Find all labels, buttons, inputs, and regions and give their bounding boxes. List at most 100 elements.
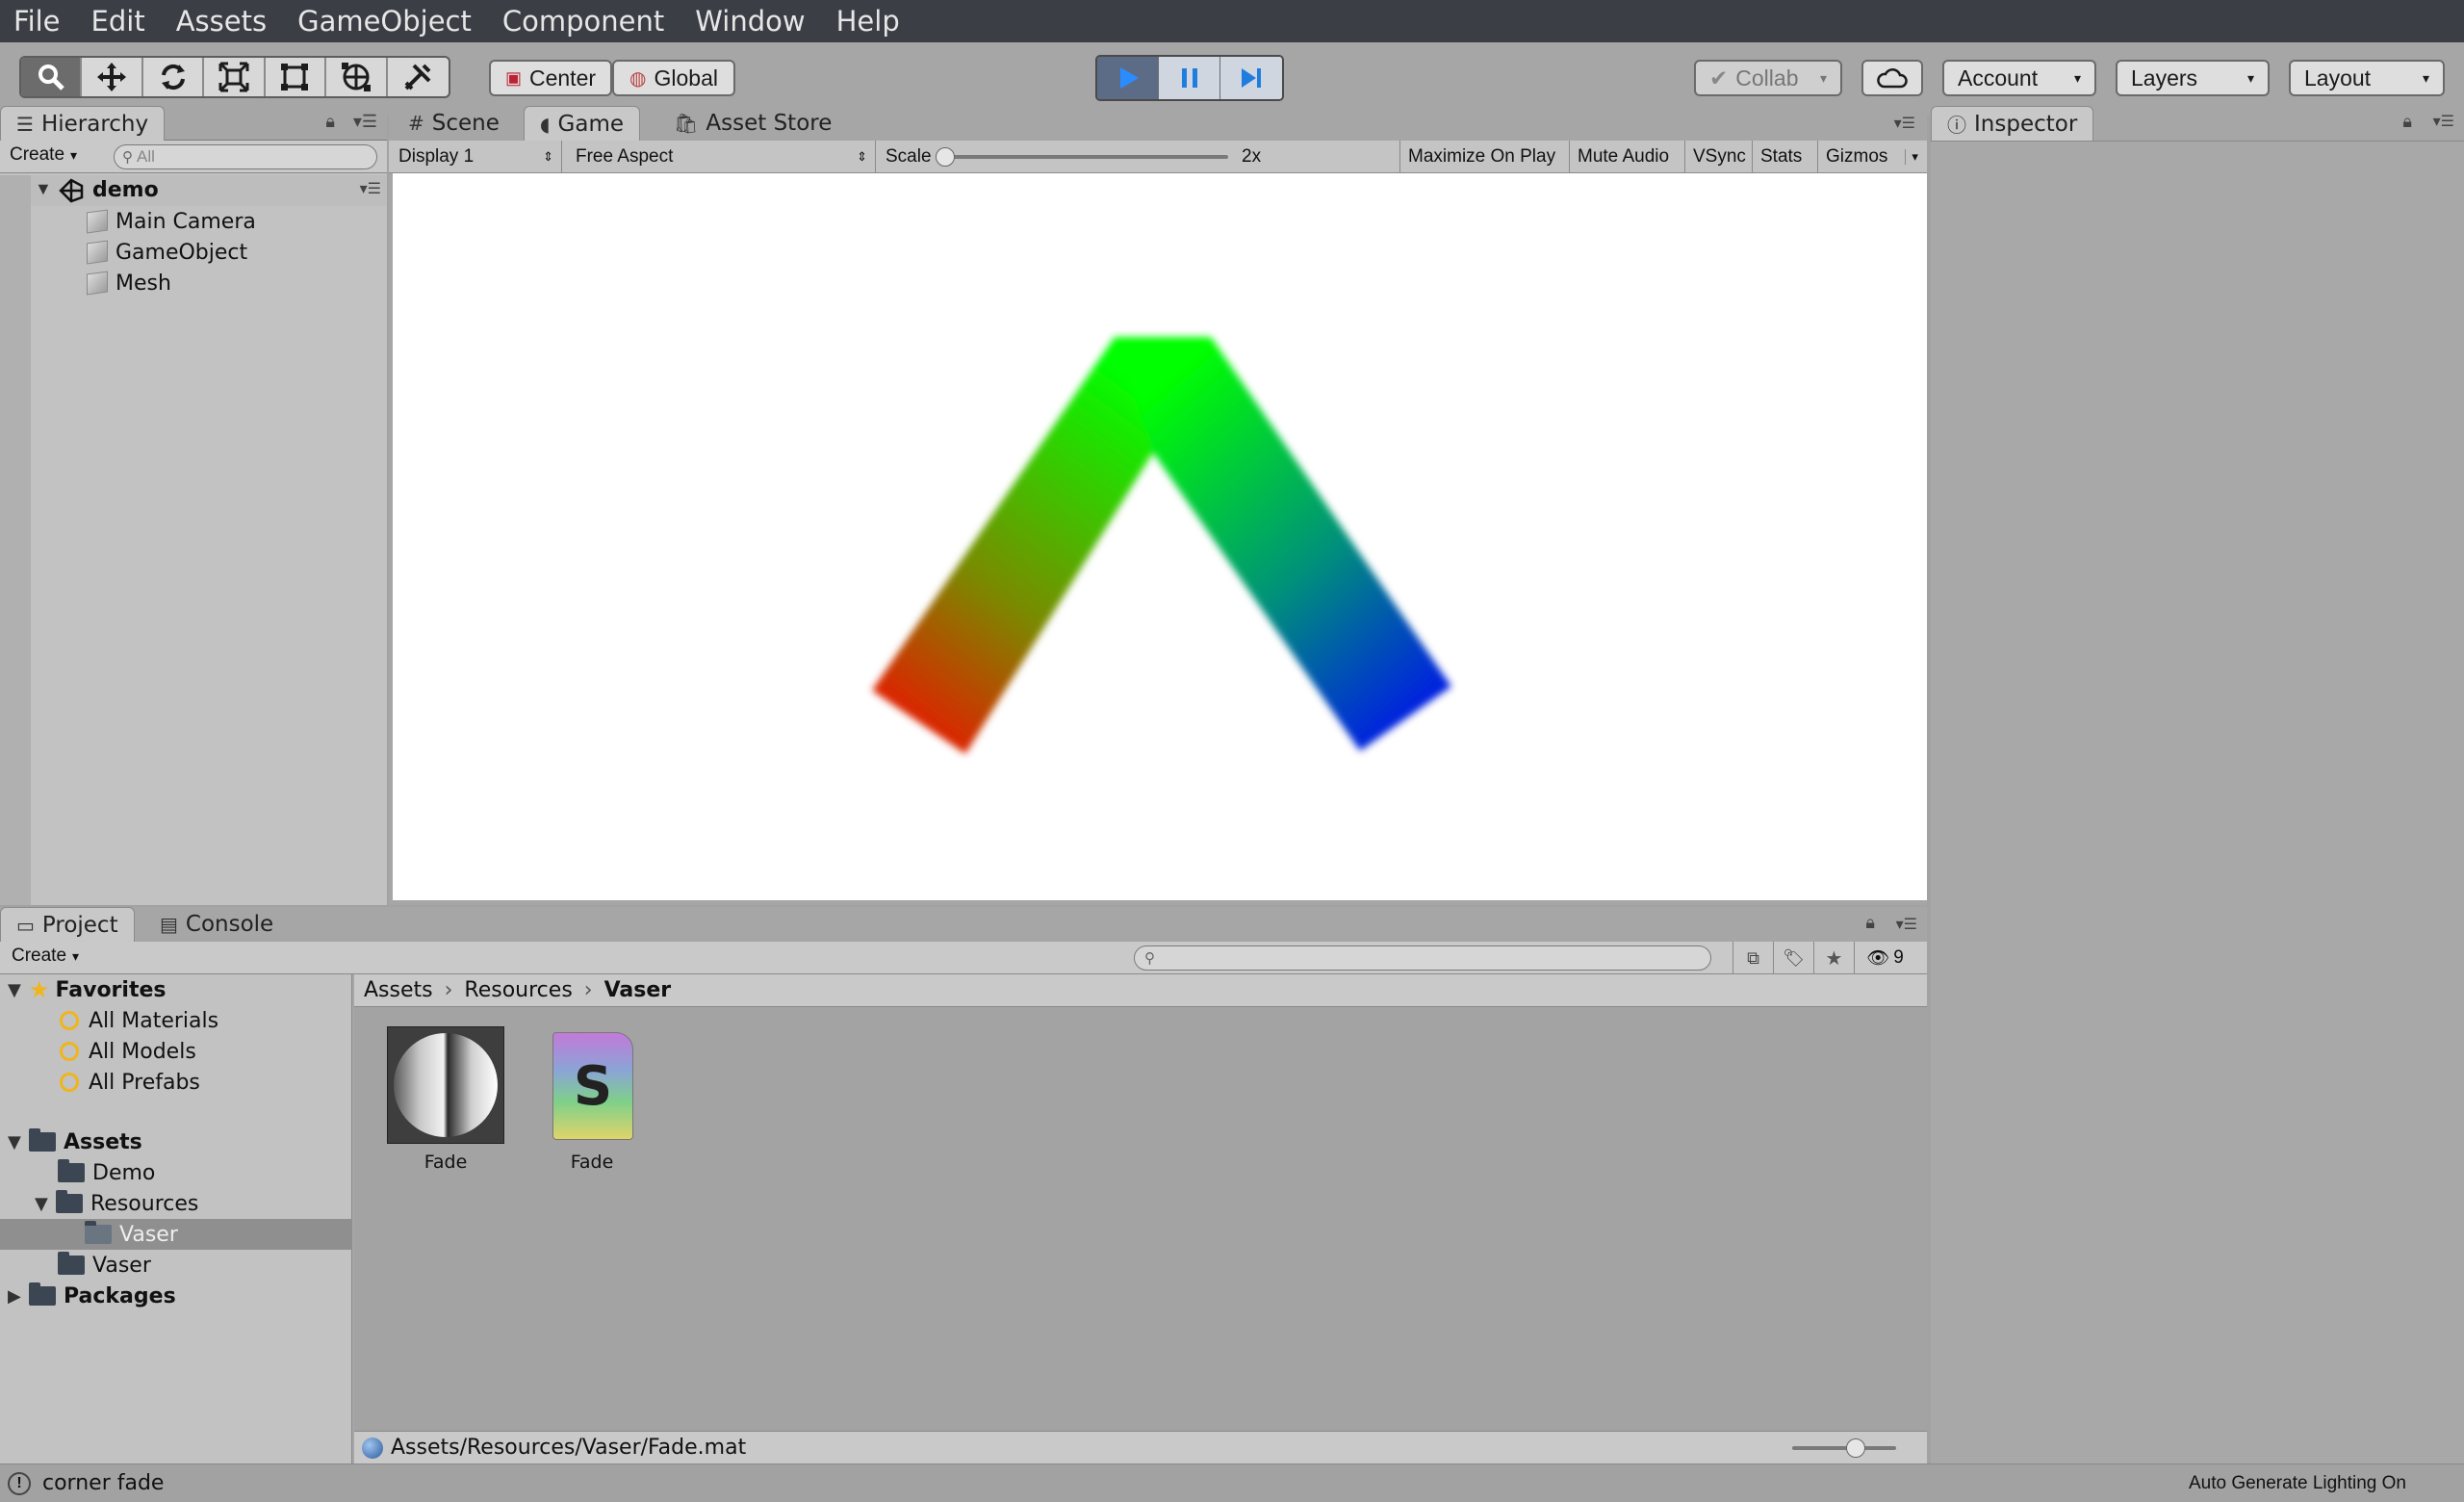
expand-arrow-icon[interactable]: ▼	[35, 179, 52, 199]
game-viewport[interactable]	[393, 173, 1927, 900]
pivot-global-button[interactable]: ◍ Global	[612, 60, 735, 96]
project-search-input[interactable]: ⚲	[1134, 945, 1711, 971]
play-button[interactable]	[1097, 57, 1159, 99]
scale-tool-icon[interactable]	[204, 58, 266, 96]
tree-all-materials[interactable]: All Materials	[60, 1005, 218, 1036]
search-tool-icon[interactable]	[21, 58, 83, 96]
asset-fade-material[interactable]: Fade	[387, 1026, 504, 1180]
menu-component[interactable]: Component	[502, 5, 664, 38]
status-message[interactable]: corner fade	[42, 1471, 164, 1495]
display-dropdown[interactable]: Display 1 ⇕	[398, 141, 562, 173]
menubar: File Edit Assets GameObject Component Wi…	[0, 0, 2464, 42]
expand-arrow-icon[interactable]: ▼	[35, 1194, 50, 1214]
gizmos-dropdown[interactable]: Gizmos ▾	[1817, 141, 1926, 173]
tree-favorites[interactable]: ▼ ★ Favorites	[8, 974, 166, 1005]
tree-all-prefabs[interactable]: All Prefabs	[60, 1067, 200, 1098]
transform-tool-icon[interactable]	[326, 58, 388, 96]
breadcrumb: Assets › Resources › Vaser	[354, 974, 1927, 1007]
tab-hierarchy[interactable]: ☰ Hierarchy	[0, 106, 166, 141]
hierarchy-create-button[interactable]: Create ▾	[10, 144, 77, 166]
stats-toggle[interactable]: Stats	[1752, 141, 1810, 173]
menu-gameobject[interactable]: GameObject	[297, 5, 472, 38]
hierarchy-item-main-camera[interactable]: Main Camera	[87, 206, 256, 237]
rect-tool-icon[interactable]	[266, 58, 327, 96]
tab-project-label: Project	[41, 912, 118, 938]
layers-dropdown[interactable]: Layers ▾	[2116, 60, 2270, 96]
hierarchy-item-mesh[interactable]: Mesh	[87, 268, 171, 298]
tab-game-label: Game	[557, 111, 625, 137]
lighting-status[interactable]: Auto Generate Lighting On	[2189, 1473, 2406, 1494]
icon-size-slider-track[interactable]	[1792, 1446, 1896, 1450]
aspect-dropdown[interactable]: Free Aspect ⇕	[568, 141, 876, 173]
scale-slider-handle[interactable]	[936, 147, 955, 167]
expand-arrow-icon[interactable]: ▼	[8, 980, 23, 1000]
collapse-arrow-icon[interactable]: ▶	[8, 1286, 23, 1307]
tree-demo[interactable]: Demo	[58, 1157, 155, 1188]
breadcrumb-assets[interactable]: Assets	[364, 978, 433, 1002]
layout-dropdown[interactable]: Layout ▾	[2289, 60, 2445, 96]
scene-menu-icon[interactable]: ▾☰	[360, 179, 381, 198]
folder-icon	[56, 1190, 83, 1213]
maximize-on-play-toggle[interactable]: Maximize On Play	[1399, 141, 1563, 173]
tree-assets[interactable]: ▼ Assets	[8, 1126, 142, 1157]
move-tool-icon[interactable]	[82, 58, 143, 96]
rotate-tool-icon[interactable]	[143, 58, 205, 96]
project-create-button[interactable]: Create ▾	[12, 945, 79, 967]
tab-game[interactable]: ◖ Game	[524, 106, 641, 141]
hierarchy-item-gameobject[interactable]: GameObject	[87, 237, 247, 268]
lock-icon[interactable]: 🔒︎	[325, 112, 335, 132]
tab-scene[interactable]: # Scene	[393, 106, 515, 141]
panel-menu-icon[interactable]: ▾☰	[353, 112, 377, 132]
filter-by-label-icon[interactable]: 🏷︎	[1773, 942, 1813, 974]
panel-menu-icon[interactable]: ▾☰	[1894, 114, 1915, 133]
panel-menu-icon[interactable]: ▾☰	[2433, 112, 2454, 131]
vsync-toggle[interactable]: VSync	[1684, 141, 1754, 173]
filter-by-type-icon[interactable]: ⧉	[1732, 942, 1773, 974]
menu-file[interactable]: File	[13, 5, 61, 38]
tree-resources-vaser[interactable]: Vaser	[85, 1219, 178, 1250]
hidden-packages-button[interactable]: 👁︎ 9	[1854, 942, 1915, 974]
breadcrumb-vaser[interactable]: Vaser	[604, 978, 672, 1002]
playback-controls	[1095, 55, 1284, 101]
scale-value: 2x	[1242, 146, 1262, 167]
game-panel: # Scene ◖ Game 🛍︎ Asset Store ▾☰ Display…	[389, 106, 1927, 905]
favorite-star-icon[interactable]: ★	[1813, 942, 1854, 974]
hierarchy-search-input[interactable]: ⚲ All	[114, 144, 377, 169]
breadcrumb-resources[interactable]: Resources	[464, 978, 572, 1002]
tree-all-models[interactable]: All Models	[60, 1036, 196, 1067]
expand-arrow-icon[interactable]: ▼	[8, 1132, 23, 1152]
account-dropdown[interactable]: Account ▾	[1942, 60, 2096, 96]
dropdown-arrow-icon: ▾	[1819, 69, 1827, 86]
menu-assets[interactable]: Assets	[176, 5, 267, 38]
project-filter-buttons: ⧉ 🏷︎ ★ 👁︎ 9	[1732, 942, 1925, 974]
lock-icon[interactable]: 🔒︎	[2402, 112, 2412, 132]
scene-row[interactable]: ▼ demo ▾☰	[31, 175, 387, 206]
step-button[interactable]	[1220, 57, 1282, 99]
scale-slider-track[interactable]	[939, 155, 1228, 159]
tree-label: Vaser	[92, 1253, 151, 1278]
panel-menu-icon[interactable]: ▾☰	[1896, 915, 1917, 934]
tab-inspector[interactable]: ⓘ Inspector	[1931, 106, 2094, 141]
mute-audio-toggle[interactable]: Mute Audio	[1569, 141, 1677, 173]
gradient-polyline	[872, 337, 1451, 754]
lock-icon[interactable]: 🔒︎	[1865, 913, 1875, 933]
tab-console[interactable]: ▤ Console	[144, 907, 289, 942]
tree-packages[interactable]: ▶ Packages	[8, 1281, 176, 1311]
tree-vaser[interactable]: Vaser	[58, 1250, 151, 1281]
pause-button[interactable]	[1159, 57, 1220, 99]
asset-fade-shader[interactable]: S Fade	[533, 1026, 651, 1180]
aspect-label: Free Aspect	[576, 146, 674, 167]
custom-tool-icon[interactable]	[388, 58, 449, 96]
tree-resources[interactable]: ▼ Resources	[35, 1188, 198, 1219]
tab-asset-store[interactable]: 🛍︎ Asset Store	[658, 106, 847, 141]
menu-window[interactable]: Window	[695, 5, 805, 38]
status-bar: ! corner fade Auto Generate Lighting On	[0, 1463, 2464, 1502]
collab-button[interactable]: ✔ Collab ▾	[1694, 60, 1842, 96]
tab-project[interactable]: ▭ Project	[0, 907, 135, 942]
pivot-center-button[interactable]: ▣ Center	[489, 60, 612, 96]
menu-help[interactable]: Help	[836, 5, 900, 38]
tab-inspector-label: Inspector	[1974, 111, 2078, 137]
menu-edit[interactable]: Edit	[91, 5, 145, 38]
cloud-button[interactable]	[1861, 60, 1923, 96]
icon-size-slider-handle[interactable]	[1846, 1438, 1865, 1458]
